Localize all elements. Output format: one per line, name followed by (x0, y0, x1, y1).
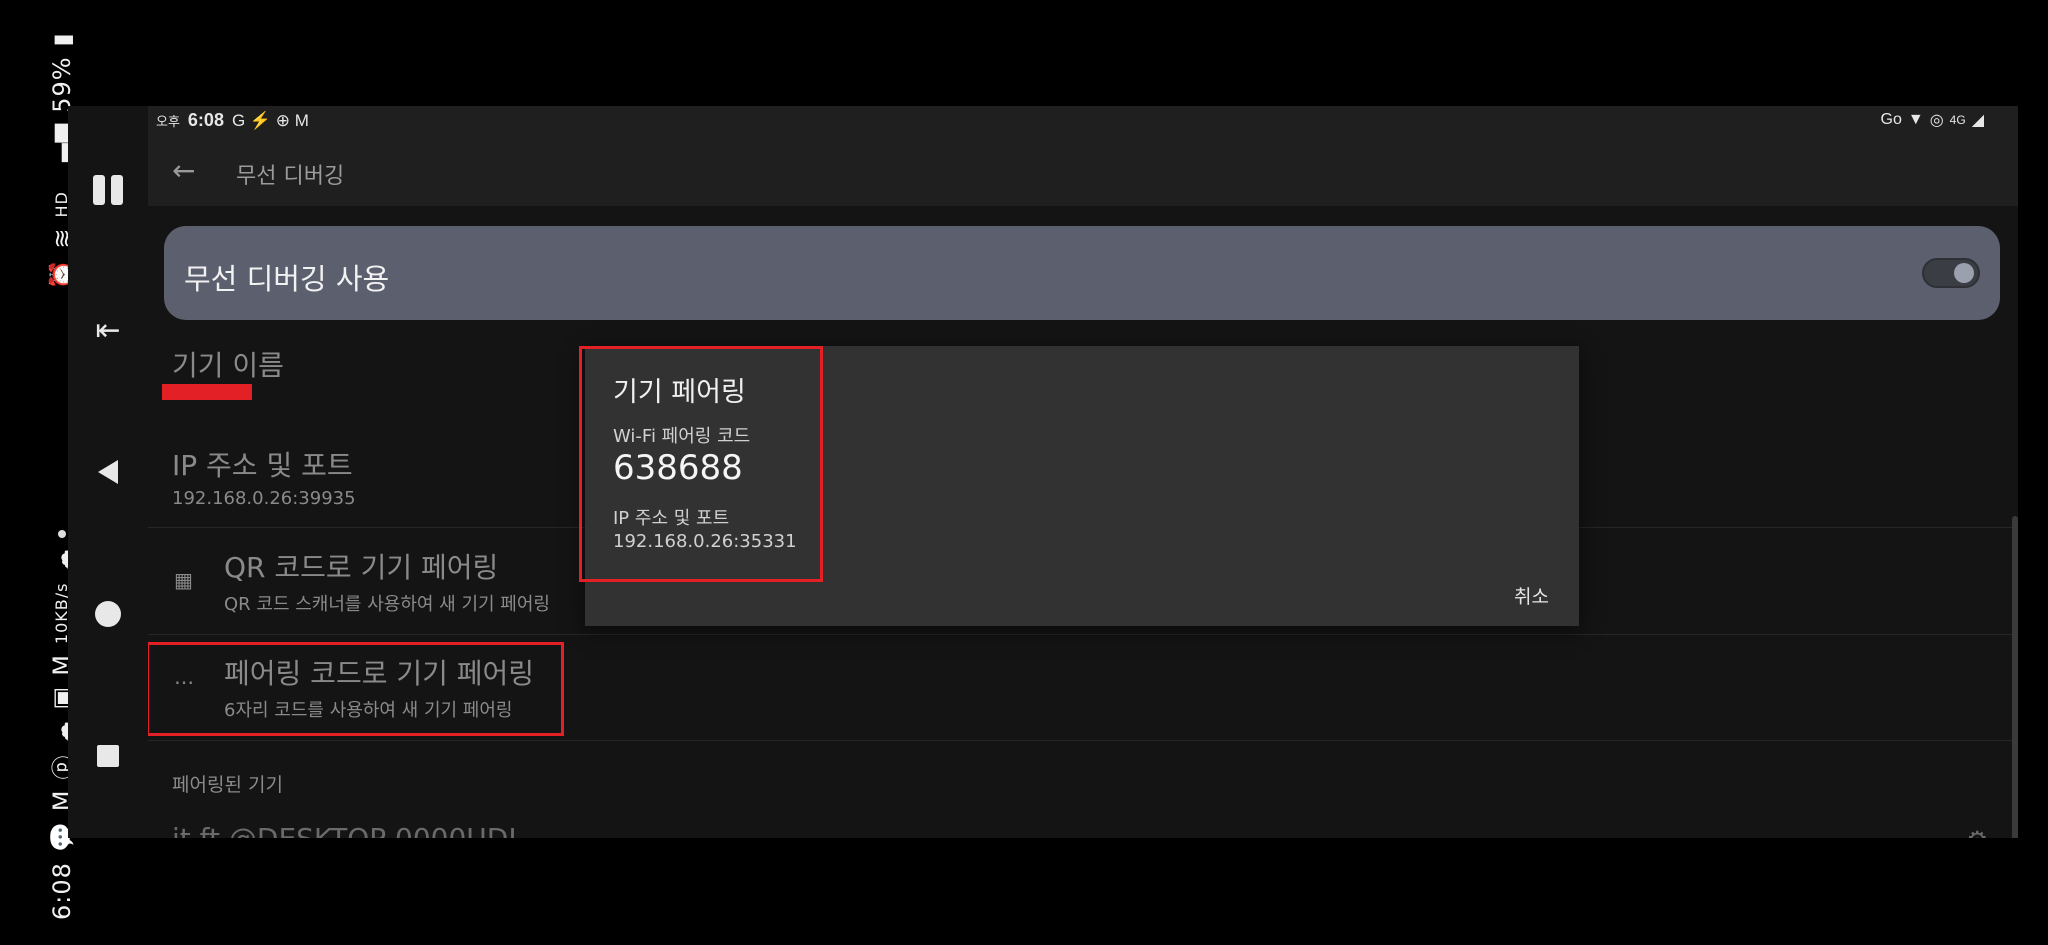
ip-port-value: 192.168.0.26:39935 (172, 488, 356, 509)
status-right-text: Go (1880, 111, 1902, 128)
toggle-label: 무선 디버깅 사용 (184, 262, 390, 296)
back-triangle-icon (98, 460, 118, 484)
network-type: 4G (1949, 113, 1966, 127)
scrollbar[interactable] (2012, 516, 2018, 838)
outer-status-bar: 6:08 💬 M ⓟ ☁ ▣ M 10KB/s ☁ ⏰ ≋ HD ▂▄▆ 59%… (0, 0, 79, 945)
exit-button[interactable]: ⇤ (88, 310, 128, 350)
gear-icon[interactable]: ⚙ (1966, 826, 1988, 838)
home-circle-icon (95, 601, 121, 627)
recents-square-icon (97, 745, 119, 767)
paired-devices-label: 페어링된 기기 (172, 774, 283, 796)
page-title: 무선 디버깅 (236, 164, 345, 189)
home-button[interactable] (88, 594, 128, 634)
back-arrow-icon[interactable]: ← (172, 154, 195, 187)
wireless-debugging-toggle-card[interactable]: 무선 디버깅 사용 (164, 226, 2000, 320)
navigation-rail: ⇤ (68, 106, 148, 838)
notification-dot (57, 529, 66, 538)
app-bar: ← 무선 디버깅 (148, 134, 2018, 206)
highlight-box-code-pairing (148, 642, 564, 736)
switch-knob (1954, 263, 1974, 283)
qr-pairing-title: QR 코드로 기기 페어링 (224, 551, 499, 584)
qr-pairing-subtitle: QR 코드 스캐너를 사용하여 새 기기 페어링 (224, 594, 550, 615)
wifi-icon: ▼ (1907, 111, 1924, 128)
signal-icon: ◢ (1971, 112, 1984, 129)
paired-device-row[interactable]: it ft @DESKTOP 0000UDI (172, 822, 517, 838)
battery-icon: ▮ (47, 32, 76, 47)
outer-time: 6:08 (47, 862, 76, 920)
device-name-title: 기기 이름 (172, 349, 284, 382)
back-nav-button[interactable] (88, 452, 128, 492)
ip-port-title: IP 주소 및 포트 (172, 449, 353, 482)
highlight-box-dialog-code (579, 346, 823, 582)
cancel-button[interactable]: 취소 (1514, 582, 1549, 609)
recents-button[interactable] (88, 736, 128, 776)
redacted-device-name (162, 384, 252, 400)
pause-icon (93, 175, 123, 205)
status-time: 6:08 (187, 110, 224, 130)
hotspot-icon: ◎ (1929, 112, 1944, 129)
status-bar: 오후 6:08 G ⚡ ⊕ M Go ▼ ◎ 4G ◢ (148, 106, 2018, 134)
status-left-icons: G ⚡ ⊕ M (231, 110, 309, 130)
battery-percent: 59% (47, 56, 76, 113)
wireless-debugging-switch[interactable] (1922, 258, 1980, 288)
pause-button[interactable] (88, 170, 128, 210)
qr-code-icon: ▦ (174, 568, 193, 592)
exit-icon: ⇤ (95, 312, 121, 348)
ampm: 오후 (156, 114, 180, 129)
